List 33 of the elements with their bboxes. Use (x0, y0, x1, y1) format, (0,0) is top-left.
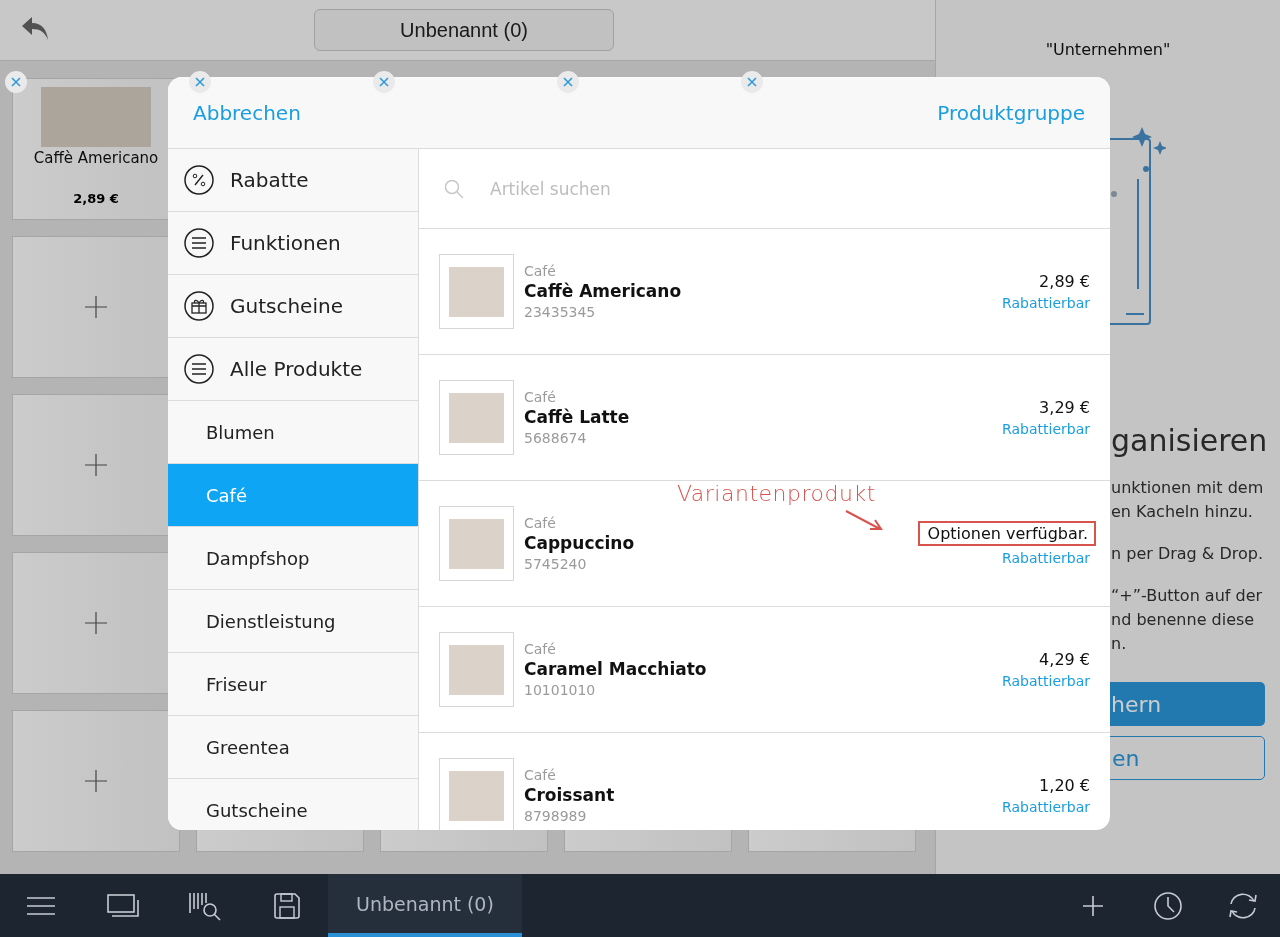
product-price: 1,20 € (1039, 776, 1090, 795)
product-price: 3,29 € (1039, 398, 1090, 417)
product-category: Café (524, 515, 556, 531)
product-category: Café (524, 263, 556, 279)
product-category: Café (524, 641, 556, 657)
panel-heading: "Unternehmen" (1044, 40, 1172, 59)
panel-paragraph: “+”-Button auf der nd benenne diese n. (1111, 585, 1264, 655)
annotation-text: Variantenprodukt (677, 481, 876, 506)
product-category: Café (524, 767, 556, 783)
product-name: Caramel Macchiato (524, 659, 707, 679)
panel-paragraph: n per Drag & Drop. (1111, 543, 1264, 565)
product-number: 8798989 (524, 808, 587, 824)
product-price: 4,29 € (1039, 650, 1090, 669)
tile-price: 2,89 € (73, 190, 119, 206)
product-name: Caffè Americano (524, 281, 682, 301)
discountable-label: Rabattierbar (1002, 421, 1090, 437)
product-price: 2,89 € (1039, 272, 1090, 291)
tile-name: Caffè Americano (33, 148, 159, 167)
panel-paragraph: unktionen mit dem en Kacheln hinzu. (1111, 477, 1265, 523)
panel-title: ganisieren (1111, 423, 1269, 458)
product-number: 5688674 (524, 430, 587, 446)
discountable-label: Rabattierbar (1002, 799, 1090, 815)
product-name: Caffè Latte (524, 407, 630, 427)
options-note: Optionen verfügbar. (917, 521, 1096, 546)
product-number: 23435345 (524, 304, 596, 320)
product-number: 10101010 (524, 682, 596, 698)
discountable-label: Rabattierbar (1002, 550, 1090, 566)
discountable-label: Rabattierbar (1002, 295, 1090, 311)
product-name: Cappuccino (524, 533, 635, 553)
product-name: Croissant (524, 785, 615, 805)
product-number: 5745240 (524, 556, 587, 572)
discountable-label: Rabattierbar (1002, 673, 1090, 689)
product-category: Café (524, 389, 556, 405)
